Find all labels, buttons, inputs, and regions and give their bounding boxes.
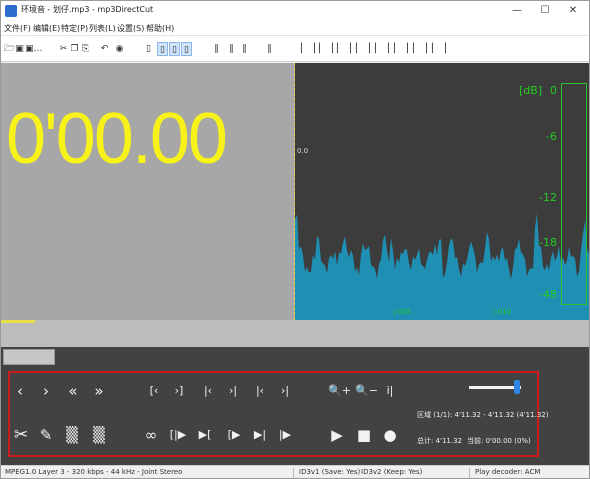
loop-icon[interactable]: ∞ (142, 426, 160, 444)
goto-sel-end-right-button[interactable]: ›| (223, 382, 243, 400)
selection-info: 区域 (1/1): 4'11.32 - 4'11.32 (4'11.32) (417, 411, 549, 419)
play-selection-button[interactable]: [|▶ (167, 426, 189, 444)
menu-help[interactable]: 帮助(H) (146, 23, 174, 34)
rewind-button[interactable]: « (64, 382, 82, 400)
play-to-end-button[interactable]: ▶| (250, 426, 270, 444)
position-bar[interactable] (1, 320, 589, 347)
status-divider (469, 468, 470, 478)
total-info: 总计: 4'11.32 (417, 437, 463, 445)
waveform-display[interactable]: 0'00.00 0.0 [dB] 0 -6 -12 -18 -48 |:005 … (1, 63, 589, 320)
paste-icon[interactable]: ⎘ (81, 42, 90, 56)
stop-button[interactable]: ■ (356, 426, 372, 444)
bars-icon[interactable]: ‖ (265, 42, 274, 56)
scissors-icon[interactable]: ✂ (12, 426, 30, 444)
minimize-button[interactable]: — (503, 1, 531, 21)
status-id3v2: ID3v2 (Keep: Yes) (361, 468, 423, 476)
status-format: MPEG1.0 Layer 3 - 320 kbps - 44 kHz - Jo… (5, 468, 183, 476)
goto-sel-start-left-button[interactable]: [‹ (144, 382, 164, 400)
app-window: 环境音 - 划仔.mp3 - mp3DirectCut — ☐ ✕ 文件(F) … (0, 0, 590, 479)
app-icon (5, 5, 17, 17)
marker-icon[interactable]: ▏▕ (394, 42, 408, 56)
status-id3v1: ID3v1 (Save: Yes) (299, 468, 361, 476)
db-label-0: 0 (550, 84, 557, 97)
fade-in-icon[interactable]: ▒ (64, 426, 80, 444)
menu-list[interactable]: 列表(L) (89, 23, 116, 34)
zoom-out-icon[interactable]: 🔍− (355, 382, 378, 400)
play-end-button[interactable]: |▶ (275, 426, 295, 444)
time-readout: 0'00.00 (6, 99, 228, 179)
menu-file[interactable]: 文件(F) (4, 23, 31, 34)
play-button[interactable]: ▶ (329, 426, 345, 444)
page-icon[interactable]: ▯ (144, 42, 153, 56)
pause-icon[interactable]: ‖ (227, 42, 236, 56)
status-bar: MPEG1.0 Layer 3 - 320 kbps - 44 kHz - Jo… (1, 465, 589, 478)
status-decoder: Play decoder: ACM (475, 468, 541, 476)
goto-end-button[interactable]: ›| (275, 382, 295, 400)
menu-special[interactable]: 特定(P) (61, 23, 88, 34)
time-tick: |:010 (493, 308, 512, 316)
title-bar: 环境音 - 划仔.mp3 - mp3DirectCut — ☐ ✕ (1, 1, 589, 21)
next-button[interactable]: › (39, 382, 53, 400)
window-title: 环境音 - 划仔.mp3 - mp3DirectCut (21, 5, 154, 14)
cut-icon[interactable]: ✂ (59, 42, 68, 56)
volume-slider-knob[interactable] (513, 380, 520, 394)
goto-sel-end-left-button[interactable]: |‹ (198, 382, 218, 400)
scroll-track[interactable] (1, 347, 589, 365)
undo-icon[interactable]: ↶ (100, 42, 109, 56)
marker-icon[interactable]: ▏▕ (413, 42, 427, 56)
db-label-48: -48 (539, 288, 557, 301)
marker-icon[interactable]: ▏▕ (432, 42, 446, 56)
level-meter (561, 83, 587, 305)
menu-bar: 文件(F) 编辑(E) 特定(P) 列表(L) 设置(S) 帮助(H) (1, 21, 589, 36)
save-as-icon[interactable]: ▣… (25, 42, 43, 56)
marker-icon[interactable]: ▏▕ (319, 42, 333, 56)
marker-icon[interactable]: ▏▕ (375, 42, 389, 56)
record-button[interactable]: ● (382, 426, 398, 444)
save-icon[interactable]: ▣ (15, 42, 24, 56)
bars-icon[interactable]: ‖ (212, 42, 221, 56)
page-icon[interactable]: ▯ (157, 42, 168, 56)
copy-icon[interactable]: ❐ (70, 42, 79, 56)
db-label-12: -12 (539, 191, 557, 204)
marker-icon[interactable]: ▏▕ (356, 42, 370, 56)
open-file-icon[interactable]: 🗁 (4, 42, 15, 56)
marker-icon[interactable]: ▏▕ (337, 42, 351, 56)
status-divider (293, 468, 294, 478)
zoom-info-icon[interactable]: i| (381, 382, 399, 400)
play-from-selection-button[interactable]: [▶ (224, 426, 244, 444)
pencil-icon[interactable]: ✎ (38, 426, 54, 444)
position-bar-fill (1, 320, 35, 323)
toolbar: 🗁 ▣ ▣… ✂ ❐ ⎘ ↶ ◉ ▯ ▯ ▯ ▯ ‖ ‖ ‖ ‖ ▏▕ ▏▕ ▏… (1, 36, 589, 62)
time-tick: |:005 (393, 308, 412, 316)
prev-button[interactable]: ‹ (13, 382, 27, 400)
bars-icon[interactable]: ‖ (240, 42, 249, 56)
close-button[interactable]: ✕ (559, 1, 587, 21)
marker-icon[interactable]: ▏▕ (301, 42, 315, 56)
goto-start-button[interactable]: |‹ (250, 382, 270, 400)
scroll-thumb[interactable] (3, 349, 55, 365)
record-icon[interactable]: ◉ (115, 42, 124, 56)
menu-settings[interactable]: 设置(S) (117, 23, 144, 34)
fade-out-icon[interactable]: ▒ (91, 426, 107, 444)
play-to-selection-button[interactable]: ▶[ (195, 426, 215, 444)
zoom-in-icon[interactable]: 🔍+ (328, 382, 351, 400)
menu-edit[interactable]: 编辑(E) (33, 23, 60, 34)
current-info: 当前: 0'00.00 (0%) (467, 437, 531, 445)
waveform-shape (295, 213, 589, 320)
maximize-button[interactable]: ☐ (531, 1, 559, 21)
db-label-6: -6 (546, 130, 557, 143)
goto-sel-start-right-button[interactable]: ›] (169, 382, 189, 400)
fast-forward-button[interactable]: » (90, 382, 108, 400)
page-icon[interactable]: ▯ (169, 42, 180, 56)
page-icon[interactable]: ▯ (181, 42, 192, 56)
db-label-18: -18 (539, 236, 557, 249)
